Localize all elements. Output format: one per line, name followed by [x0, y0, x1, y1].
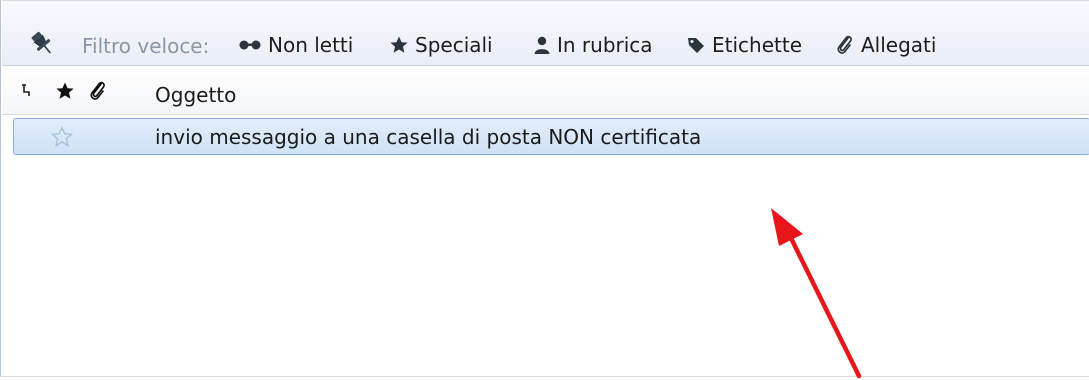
paperclip-icon: [90, 81, 105, 100]
column-header-row: Oggetto: [2, 67, 1089, 115]
filter-contact-button[interactable]: In rubrica: [533, 32, 653, 58]
glasses-icon: [239, 40, 261, 50]
attachment-column-header[interactable]: [87, 77, 109, 105]
message-pane: Filtro veloce: Non letti Speciali In rub…: [0, 0, 1089, 379]
thread-icon: [22, 84, 30, 96]
filter-starred-label: Speciali: [415, 33, 493, 57]
star-icon: [390, 36, 408, 53]
star-icon: [56, 82, 74, 99]
pin-icon[interactable]: [28, 29, 56, 57]
quick-filter-bar: Filtro veloce: Non letti Speciali In rub…: [2, 0, 1089, 66]
message-subject: invio messaggio a una casella di posta N…: [155, 125, 702, 149]
subject-column-header[interactable]: Oggetto: [155, 83, 236, 107]
paperclip-icon: [837, 35, 852, 54]
thread-column-header[interactable]: [20, 77, 34, 105]
contact-icon: [534, 36, 550, 54]
filter-unread-label: Non letti: [268, 33, 354, 57]
filter-unread-button[interactable]: Non letti: [238, 32, 353, 58]
filter-attachments-label: Allegati: [861, 33, 937, 57]
quick-filter-label: Filtro veloce:: [82, 34, 210, 58]
filter-tags-button[interactable]: Etichette: [686, 32, 802, 58]
filter-starred-button[interactable]: Speciali: [389, 32, 493, 58]
filter-attachments-button[interactable]: Allegati: [835, 32, 936, 58]
filter-contact-label: In rubrica: [557, 33, 653, 57]
filter-tags-label: Etichette: [712, 33, 802, 57]
tag-icon: [688, 38, 704, 53]
annotation-arrow-icon: [771, 208, 862, 379]
message-row[interactable]: invio messaggio a una casella di posta N…: [13, 118, 1089, 155]
star-toggle-icon[interactable]: [50, 126, 74, 152]
star-column-header[interactable]: [54, 77, 76, 105]
